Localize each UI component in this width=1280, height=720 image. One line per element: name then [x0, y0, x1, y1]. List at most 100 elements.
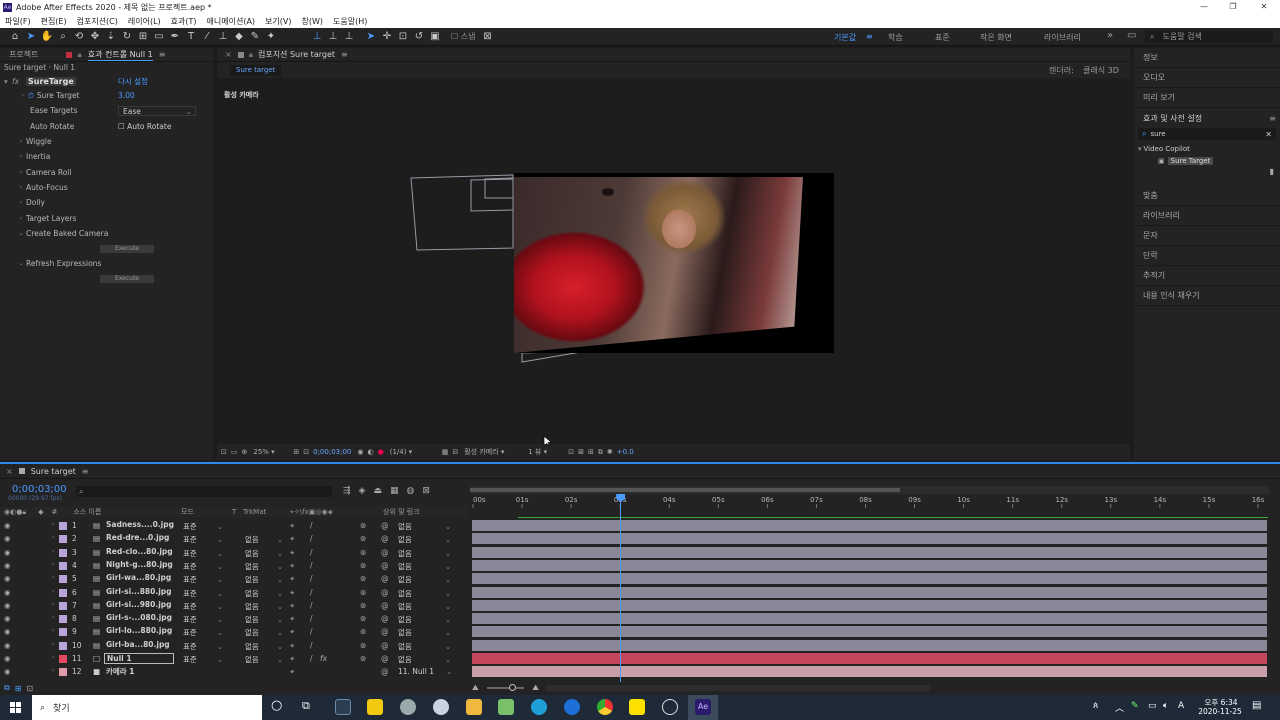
layer-duration-bar[interactable]: [472, 586, 1267, 598]
layer-name[interactable]: Girl-si...880.jpg: [104, 587, 174, 596]
view-axis-icon[interactable]: ⊥: [341, 31, 357, 42]
visibility-eye-icon[interactable]: ◉: [4, 654, 11, 663]
expand-arrow-icon[interactable]: ›: [16, 169, 26, 176]
menu-help[interactable]: 도움말(H): [333, 16, 367, 27]
timeline-hscroll[interactable]: [544, 685, 930, 691]
vr-icon[interactable]: ⊕: [242, 448, 248, 456]
effect-param-row[interactable]: › Auto-Focus: [0, 180, 213, 195]
shy-switch-icon[interactable]: ⌖: [290, 548, 294, 558]
label-color-swatch[interactable]: [59, 535, 67, 544]
layer-mode-dropdown[interactable]: 표준 ⌄: [183, 588, 223, 599]
effect-param-row[interactable]: › Inertia: [0, 149, 213, 164]
panel-paragraph[interactable]: 단락: [1134, 246, 1280, 266]
label-color-swatch[interactable]: [59, 561, 67, 570]
viewer-timecode[interactable]: 0;00;03;00: [313, 448, 351, 456]
label-color-swatch[interactable]: [59, 601, 67, 610]
selection-tool-icon[interactable]: ➤: [23, 31, 39, 42]
pick-whip-icon[interactable]: @: [381, 641, 389, 650]
hand-tool-icon[interactable]: ✋: [39, 31, 55, 42]
panel-content-aware-fill[interactable]: 내용 인식 채우기: [1134, 286, 1280, 306]
clear-search-icon[interactable]: ✕: [1265, 130, 1272, 139]
trkmat-dropdown[interactable]: 없음 ⌄: [245, 601, 283, 612]
label-color-swatch[interactable]: [59, 548, 67, 557]
label-color-swatch[interactable]: [59, 655, 67, 663]
quality-switch-icon[interactable]: /: [310, 601, 313, 610]
parent-dropdown[interactable]: 없음 ⌄: [398, 574, 451, 585]
shy-switch-icon[interactable]: ⌖: [290, 627, 294, 637]
resolution-dropdown[interactable]: (1/4) ▾: [390, 448, 438, 456]
frame-blending-icon[interactable]: ▦: [390, 486, 399, 496]
trkmat-dropdown[interactable]: 없음 ⌄: [245, 627, 283, 638]
effect-param-row[interactable]: ⌄ Create Baked Camera: [0, 226, 213, 241]
effects-search-field[interactable]: ⌕ sure ✕: [1138, 128, 1276, 140]
sticky-app-icon[interactable]: [367, 699, 383, 715]
quality-switch-icon[interactable]: /: [310, 574, 313, 583]
visibility-eye-icon[interactable]: ◉: [4, 548, 11, 557]
layer-row[interactable]: ◉ › 7 ▤ Girl-si...980.jpg 표준 ⌄ 없음 ⌄ ⌖ / ⊛ @ 없음 ⌄: [0, 599, 468, 612]
layer-duration-bar[interactable]: [472, 653, 1267, 664]
parent-dropdown[interactable]: 11. Null 1 ⌄: [398, 667, 452, 676]
pick-whip-icon[interactable]: @: [381, 654, 389, 663]
layer-duration-bar[interactable]: [472, 533, 1267, 545]
rotate-tool-icon[interactable]: ↻: [119, 31, 135, 42]
layer-row[interactable]: ◉ › 6 ▤ Girl-si...880.jpg 표준 ⌄ 없음 ⌄ ⌖ / ⊛ @ 없음 ⌄: [0, 586, 468, 599]
menu-view[interactable]: 보기(V): [265, 16, 291, 27]
label-color-swatch[interactable]: [59, 522, 67, 530]
fit-icon[interactable]: ⊞: [293, 448, 299, 456]
parent-dropdown[interactable]: 없음 ⌄: [398, 654, 451, 665]
auto-rotate-checkbox[interactable]: ☐ Auto Rotate: [118, 122, 171, 131]
workspace-libraries[interactable]: 라이브러리: [1044, 32, 1081, 43]
expand-layer-switches-icon[interactable]: ⧉: [4, 683, 10, 693]
effects-menu-icon[interactable]: ≡: [1269, 114, 1276, 123]
windows-start-icon[interactable]: [10, 702, 21, 713]
menu-window[interactable]: 창(W): [301, 16, 323, 27]
views-dropdown[interactable]: 1 뷰 ▾: [528, 447, 564, 457]
show-snapshot-icon[interactable]: ◐: [368, 448, 374, 456]
layer-row[interactable]: ◉ › 10 ▤ Girl-ba...80.jpg 표준 ⌄ 없음 ⌄ ⌖ / ⊛ @ 없음 ⌄: [0, 639, 468, 652]
layer-name[interactable]: Null 1: [104, 653, 174, 664]
3d-layer-icon[interactable]: ⊛: [360, 574, 366, 583]
parent-dropdown[interactable]: 없음 ⌄: [398, 614, 451, 625]
home-icon[interactable]: ⌂: [7, 31, 23, 42]
pick-whip-icon[interactable]: @: [381, 667, 389, 676]
edge-legacy-icon[interactable]: [564, 699, 580, 715]
draft-3d-icon[interactable]: ◈: [359, 486, 366, 496]
layer-name[interactable]: Girl-si...980.jpg: [104, 600, 174, 609]
layer-search-field[interactable]: ⌕: [76, 486, 332, 497]
effect-switch-icon[interactable]: fx: [320, 654, 327, 663]
layer-name[interactable]: 카메라 1: [104, 666, 137, 677]
rectangle-tool-icon[interactable]: ▭: [151, 31, 167, 42]
ease-targets-dropdown[interactable]: Ease ⌄: [118, 105, 196, 116]
dolly-camera-icon[interactable]: ⇣: [103, 31, 119, 42]
pan-camera-icon[interactable]: ✥: [87, 31, 103, 42]
region-icon[interactable]: ⊡: [303, 448, 309, 456]
trkmat-dropdown[interactable]: 없음 ⌄: [245, 574, 283, 585]
effect-param-row[interactable]: › ⏱ Sure Target 3.00: [0, 88, 213, 103]
parent-dropdown[interactable]: 없음 ⌄: [398, 627, 451, 638]
trkmat-dropdown[interactable]: 없음 ⌄: [245, 561, 283, 572]
toggle-pixel-icon[interactable]: ⊡: [568, 448, 574, 456]
layer-expand-arrow-icon[interactable]: ›: [52, 627, 54, 634]
shy-layers-icon[interactable]: ⏏: [373, 486, 382, 496]
layer-mode-dropdown[interactable]: 표준 ⌄: [183, 614, 223, 625]
layer-expand-arrow-icon[interactable]: ›: [52, 561, 54, 568]
input-language[interactable]: A: [1178, 701, 1184, 711]
layer-duration-bar[interactable]: [472, 573, 1267, 585]
visibility-eye-icon[interactable]: ◉: [4, 627, 11, 636]
work-area-range[interactable]: [470, 488, 900, 492]
tray-app-icon[interactable]: ✎: [1131, 701, 1139, 711]
visibility-eye-icon[interactable]: ◉: [4, 601, 11, 610]
graph-editor-icon[interactable]: ⊠: [422, 486, 430, 496]
layer-expand-arrow-icon[interactable]: ›: [52, 601, 54, 608]
panel-info[interactable]: 정보: [1134, 48, 1280, 68]
zoom-slider[interactable]: [486, 684, 525, 691]
col-mode[interactable]: 모드: [181, 507, 194, 517]
playhead-line[interactable]: [620, 494, 622, 682]
panel-character[interactable]: 문자: [1134, 226, 1280, 246]
quality-switch-icon[interactable]: /: [310, 548, 313, 557]
layer-duration-bar[interactable]: [472, 626, 1267, 638]
quality-switch-icon[interactable]: /: [310, 641, 313, 650]
layer-row[interactable]: ◉ › 3 ▤ Red-clo...80.jpg 표준 ⌄ 없음 ⌄ ⌖ / ⊛ @ 없음 ⌄: [0, 546, 468, 559]
roto-brush-icon[interactable]: ✎: [247, 31, 263, 42]
lock-icon[interactable]: 🔒︎: [77, 50, 81, 60]
